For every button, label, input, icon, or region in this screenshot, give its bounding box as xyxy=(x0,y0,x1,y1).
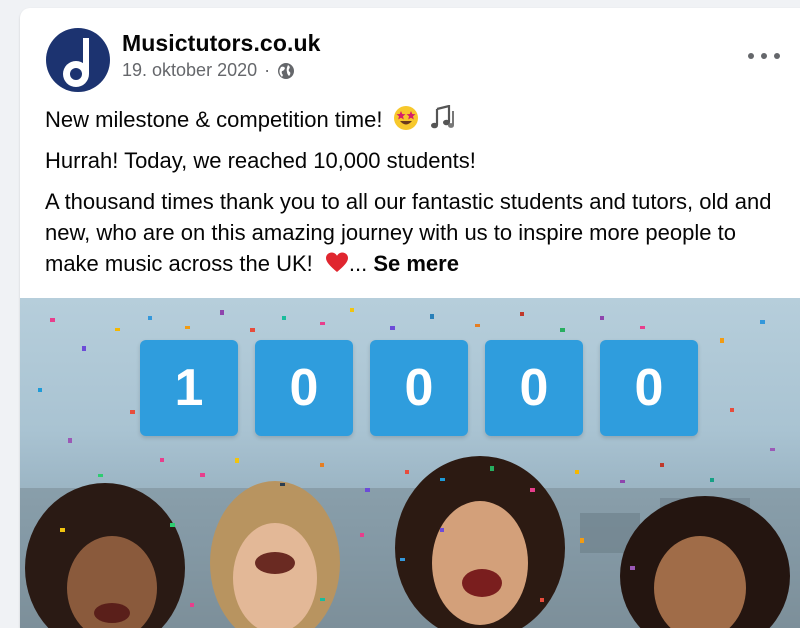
post-card: Musictutors.co.uk 19. oktober 2020 · New… xyxy=(20,8,800,628)
music-note-logo-icon xyxy=(63,38,89,87)
red-heart-emoji xyxy=(325,252,348,272)
post-line-3: A thousand times thank you to all our fa… xyxy=(45,186,775,279)
counter-digit: 0 xyxy=(255,340,353,436)
star-struck-emoji xyxy=(393,106,418,130)
counter-digit: 0 xyxy=(370,340,468,436)
post-image[interactable]: 1 0 0 0 0 xyxy=(20,298,800,628)
see-more-link[interactable]: Se mere xyxy=(373,251,459,276)
post-line-1: New milestone & competition time! xyxy=(45,104,785,135)
more-options-icon[interactable] xyxy=(748,48,780,64)
person-3 xyxy=(395,456,565,628)
counter-digit: 1 xyxy=(140,340,238,436)
more-dot xyxy=(774,53,780,59)
counter-digit: 0 xyxy=(485,340,583,436)
post-text: New milestone & competition time! Hurrah… xyxy=(45,104,785,289)
meta-separator: · xyxy=(264,60,271,80)
globe-icon[interactable] xyxy=(277,62,295,80)
musical-notes-emoji xyxy=(430,105,454,129)
ellipsis: ... xyxy=(348,251,368,276)
post-header: Musictutors.co.uk 19. oktober 2020 · xyxy=(20,8,800,98)
post-line-1-text: New milestone & competition time! xyxy=(45,107,383,132)
post-meta: 19. oktober 2020 · xyxy=(122,60,295,81)
counter-digit: 0 xyxy=(600,340,698,436)
more-dot xyxy=(761,53,767,59)
post-date[interactable]: 19. oktober 2020 xyxy=(122,60,257,81)
more-dot xyxy=(748,53,754,59)
author-name[interactable]: Musictutors.co.uk xyxy=(122,30,321,57)
avatar[interactable] xyxy=(46,28,110,92)
milestone-counter: 1 0 0 0 0 xyxy=(140,340,698,436)
post-line-2: Hurrah! Today, we reached 10,000 student… xyxy=(45,148,476,173)
